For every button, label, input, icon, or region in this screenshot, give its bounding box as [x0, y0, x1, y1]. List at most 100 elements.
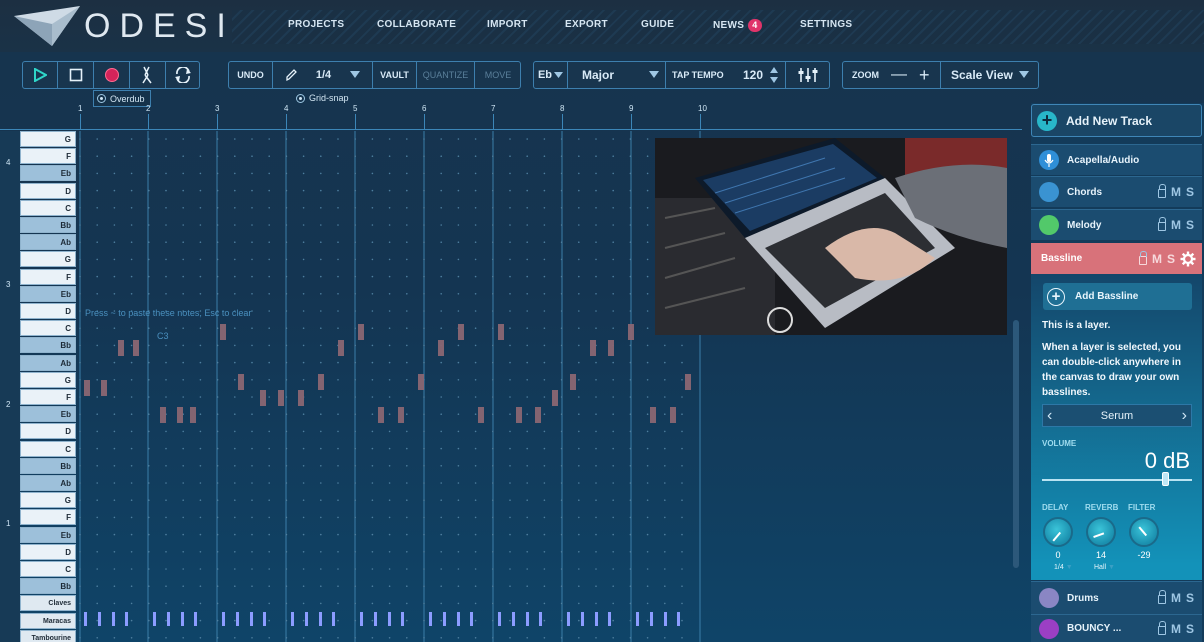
add-bassline-button[interactable]: + Add Bassline: [1043, 283, 1192, 310]
note-block[interactable]: [535, 407, 541, 423]
filter-knob[interactable]: [1129, 517, 1159, 547]
nav-news[interactable]: NEWS 4: [713, 19, 762, 32]
note-block[interactable]: [378, 407, 384, 423]
percussion-hit[interactable]: [166, 612, 170, 626]
nav-import[interactable]: IMPORT: [487, 19, 528, 30]
percussion-hit[interactable]: [318, 612, 322, 626]
percussion-hit[interactable]: [249, 612, 253, 626]
play-button[interactable]: [23, 62, 58, 88]
piano-key[interactable]: Eb: [20, 406, 76, 423]
percussion-hit[interactable]: [539, 612, 543, 626]
piano-key[interactable]: D: [20, 182, 76, 199]
scale-select[interactable]: Major: [568, 62, 666, 88]
undo-button[interactable]: UNDO: [229, 62, 273, 88]
mixer-button[interactable]: [786, 62, 830, 88]
track-drums[interactable]: Drums MS: [1031, 581, 1202, 614]
grid-snap-toggle[interactable]: Grid-snap: [296, 93, 349, 103]
percussion-hit[interactable]: [677, 612, 681, 626]
note-block[interactable]: [590, 340, 596, 356]
percussion-hit[interactable]: [304, 612, 308, 626]
note-block[interactable]: [190, 407, 196, 423]
volume-slider[interactable]: [1042, 479, 1192, 481]
track-bassline[interactable]: Bassline M S: [1031, 243, 1202, 274]
piano-key[interactable]: Bb: [20, 217, 76, 233]
piano-key[interactable]: Bb: [20, 578, 76, 595]
note-block[interactable]: [458, 324, 464, 340]
piano-keyboard[interactable]: G F Eb D C Bb Ab G F Eb D C Bb Ab G F Eb D C Bb Ab G F Eb D C Bb Cl…: [20, 131, 76, 642]
percussion-hit[interactable]: [360, 612, 363, 626]
vault-button[interactable]: VAULT: [373, 62, 417, 88]
note-block[interactable]: [498, 324, 504, 340]
piano-key[interactable]: Bb: [20, 337, 76, 354]
note-block[interactable]: [101, 380, 107, 396]
key-select[interactable]: Eb: [534, 62, 568, 88]
piano-key[interactable]: Eb: [20, 285, 76, 302]
lock-icon[interactable]: [1157, 620, 1166, 635]
piano-key[interactable]: F: [20, 148, 76, 165]
delay-knob[interactable]: [1043, 517, 1073, 547]
percussion-hit[interactable]: [429, 612, 432, 626]
note-block[interactable]: [118, 340, 124, 356]
delay-sub-select[interactable]: 1/4 ▼: [1054, 564, 1073, 571]
piano-key[interactable]: C: [20, 320, 76, 337]
instrument-selector[interactable]: ‹ Serum ›: [1042, 404, 1192, 427]
percussion-hit[interactable]: [235, 612, 239, 626]
piano-key[interactable]: Eb: [20, 526, 76, 543]
piano-key[interactable]: Eb: [20, 165, 76, 182]
piano-key[interactable]: C: [20, 440, 76, 457]
percussion-hit[interactable]: [125, 612, 129, 626]
percussion-hit[interactable]: [222, 612, 225, 626]
percussion-hit[interactable]: [567, 612, 570, 626]
piano-key[interactable]: Ab: [20, 475, 76, 491]
percussion-hit[interactable]: [291, 612, 294, 626]
percussion-hit[interactable]: [663, 612, 667, 626]
nav-settings[interactable]: SETTINGS: [800, 19, 852, 30]
reverb-sub-select[interactable]: Hall ▼: [1094, 564, 1115, 571]
note-block[interactable]: [133, 340, 139, 356]
percussion-hit[interactable]: [97, 612, 101, 626]
prev-arrow-icon[interactable]: ‹: [1047, 407, 1052, 425]
piano-key[interactable]: F: [20, 389, 76, 405]
metronome-button[interactable]: [130, 62, 166, 88]
piano-key[interactable]: F: [20, 509, 76, 526]
percussion-hit[interactable]: [263, 612, 267, 626]
note-block[interactable]: [338, 340, 344, 356]
note-block[interactable]: [260, 390, 266, 406]
note-block[interactable]: [570, 374, 576, 390]
percussion-hit[interactable]: [194, 612, 198, 626]
piano-key[interactable]: Claves: [20, 595, 76, 612]
percussion-hit[interactable]: [180, 612, 184, 626]
percussion-hit[interactable]: [498, 612, 501, 626]
note-block[interactable]: [318, 374, 324, 390]
piano-key[interactable]: C: [20, 561, 76, 577]
note-block[interactable]: [552, 390, 558, 406]
percussion-hit[interactable]: [470, 612, 474, 626]
piano-key[interactable]: G: [20, 131, 76, 147]
piano-key[interactable]: Bb: [20, 457, 76, 474]
percussion-hit[interactable]: [594, 612, 598, 626]
note-block[interactable]: [685, 374, 691, 390]
nav-export[interactable]: EXPORT: [565, 19, 608, 30]
mute-button[interactable]: M: [1152, 252, 1162, 266]
lock-icon[interactable]: [1157, 590, 1166, 604]
quantize-button[interactable]: QUANTIZE: [417, 62, 475, 88]
gear-icon[interactable]: [1180, 251, 1196, 267]
piano-key[interactable]: Ab: [20, 354, 76, 371]
grid-select[interactable]: 1/4: [273, 62, 373, 88]
nav-collaborate[interactable]: COLLABORATE: [377, 19, 456, 30]
percussion-hit[interactable]: [373, 612, 377, 626]
percussion-hit[interactable]: [636, 612, 639, 626]
track-chords[interactable]: Chords MS: [1031, 176, 1202, 207]
note-block[interactable]: [628, 324, 634, 340]
track-melody[interactable]: Melody MS: [1031, 209, 1202, 240]
tempo-stepper-icon[interactable]: [769, 66, 779, 84]
reverb-knob[interactable]: [1086, 517, 1116, 547]
odesi-logo[interactable]: ODESI: [12, 4, 226, 46]
note-block[interactable]: [358, 324, 364, 340]
timeline-ruler[interactable]: [0, 103, 1022, 130]
mute-button[interactable]: M: [1171, 185, 1181, 199]
mute-button[interactable]: M: [1171, 622, 1181, 636]
piano-key[interactable]: D: [20, 303, 76, 319]
percussion-hit[interactable]: [442, 612, 446, 626]
next-arrow-icon[interactable]: ›: [1182, 407, 1187, 425]
